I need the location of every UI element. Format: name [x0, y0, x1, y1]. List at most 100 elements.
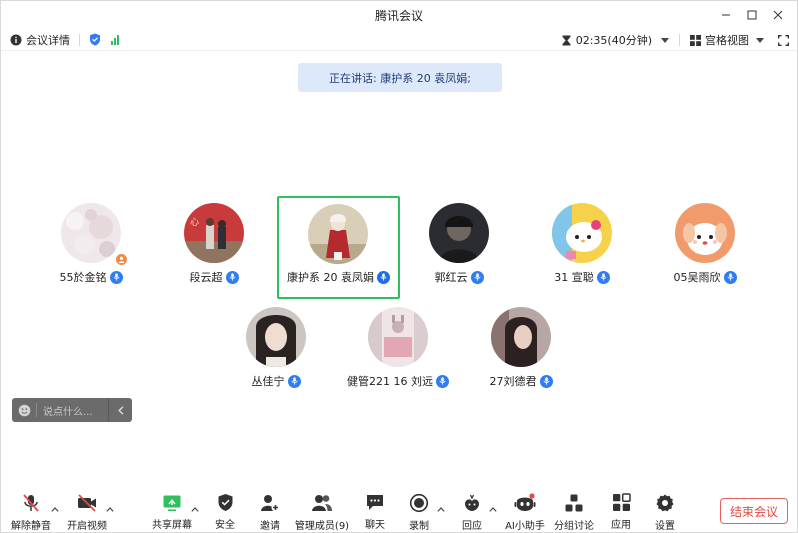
participant-name-row: 27刘德君	[460, 373, 582, 389]
chat-bubble-icon	[367, 495, 383, 510]
maximize-button[interactable]	[739, 1, 765, 29]
chat-label: 聊天	[365, 520, 385, 531]
manage-members-button[interactable]: 管理成员(9)	[295, 493, 349, 532]
video-options-button[interactable]	[105, 505, 115, 513]
participant-name: 段云超	[189, 271, 223, 284]
participant-tile[interactable]: 郭红云	[398, 197, 520, 299]
react-options-button[interactable]	[488, 505, 498, 513]
maximize-icon	[747, 10, 757, 20]
fullscreen-button[interactable]	[778, 34, 789, 46]
security-label: 安全	[215, 520, 235, 531]
avatar	[368, 307, 428, 367]
ai-robot-icon	[514, 493, 536, 511]
audio-options-button[interactable]	[50, 505, 60, 513]
unmute-label: 解除静音	[11, 521, 51, 532]
avatar	[675, 203, 735, 263]
participant-name: 05吴雨欣	[673, 271, 721, 284]
timer-text: 02:35(40分钟)	[575, 34, 652, 47]
apps-label: 应用	[611, 520, 631, 531]
apps-button[interactable]: 应用	[607, 493, 635, 531]
participant-tile[interactable]: 健管221 16 刘远	[337, 301, 459, 403]
chat-input-bar[interactable]: 说点什么...	[12, 398, 132, 422]
avatar	[491, 307, 551, 367]
speaking-microphone-icon	[377, 270, 390, 284]
settings-label: 设置	[655, 521, 675, 532]
chevron-up-icon	[51, 506, 59, 512]
microphone-icon	[596, 270, 610, 284]
participant-name: 31 宣聪	[554, 271, 594, 284]
meeting-toolbar: 解除静音 开启视频 共享屏幕 安全 邀请 管理成员(9) 聊天 录制 回应 AI…	[1, 491, 797, 533]
minimize-icon	[722, 14, 730, 16]
meeting-details-label: 会议详情	[26, 33, 70, 47]
participant-name: 55於金铭	[59, 271, 107, 284]
participant-tile[interactable]: 丛佳宁	[215, 301, 337, 403]
participant-name: 郭红云	[434, 271, 468, 284]
react-label: 回应	[462, 521, 482, 532]
participant-tile-active-speaker[interactable]: 康护系 20 袁凤娟	[277, 196, 400, 299]
react-button[interactable]: 回应	[457, 493, 487, 532]
close-button[interactable]	[765, 1, 791, 29]
share-screen-icon	[163, 495, 181, 511]
breakout-rooms-button[interactable]: 分组讨论	[554, 493, 594, 532]
gear-icon	[656, 494, 674, 512]
participant-tile[interactable]: 心 段云超	[153, 197, 275, 299]
view-mode-button[interactable]: 宫格视图	[690, 32, 764, 48]
chat-input-placeholder[interactable]: 说点什么...	[37, 403, 108, 418]
collapse-chat-button[interactable]	[108, 398, 132, 422]
record-options-button[interactable]	[436, 505, 446, 513]
settings-button[interactable]: 设置	[651, 493, 679, 532]
chevron-left-icon	[117, 405, 123, 415]
start-video-button[interactable]: 开启视频	[65, 493, 109, 532]
record-label: 录制	[409, 521, 429, 532]
participant-name: 27刘德君	[489, 375, 537, 388]
invite-button[interactable]: 邀请	[256, 493, 284, 532]
avatar	[552, 203, 612, 263]
participant-tile[interactable]: 27刘德君	[460, 301, 582, 403]
participant-name: 健管221 16 刘远	[347, 375, 433, 388]
avatar	[308, 204, 368, 264]
hourglass-icon	[562, 35, 571, 45]
security-button[interactable]: 安全	[211, 493, 239, 531]
microphone-icon	[539, 374, 553, 388]
participant-tile[interactable]: 31 宣聪	[521, 197, 643, 299]
avatar	[246, 307, 306, 367]
network-signal[interactable]	[111, 34, 119, 45]
signal-icon	[111, 34, 119, 45]
divider	[79, 33, 80, 46]
emoji-icon	[18, 404, 30, 416]
divider	[679, 34, 680, 46]
participant-tile[interactable]: 55於金铭	[30, 197, 152, 299]
share-screen-button[interactable]: 共享屏幕	[151, 493, 193, 531]
title-bar: 腾讯会议	[1, 1, 797, 29]
ai-assistant-button[interactable]: AI小助手	[505, 493, 545, 532]
fullscreen-icon	[778, 34, 789, 46]
minimize-button[interactable]	[713, 1, 739, 29]
window-title: 腾讯会议	[374, 8, 423, 23]
close-icon	[773, 10, 783, 20]
shield-icon	[90, 33, 100, 46]
info-icon	[10, 34, 22, 45]
participant-name-row: 55於金铭	[30, 269, 152, 285]
meeting-timer[interactable]: 02:35(40分钟)	[562, 32, 669, 48]
meeting-window: 腾讯会议 会议详情 02:35(40分钟) 宫格视图 正在讲话: 康护系 20 …	[0, 0, 798, 533]
microphone-icon	[287, 374, 301, 388]
unmute-button[interactable]: 解除静音	[11, 493, 51, 532]
microphone-icon	[470, 270, 484, 284]
participant-tile[interactable]: 05吴雨欣	[644, 197, 766, 299]
participant-name-row: 健管221 16 刘远	[337, 373, 459, 389]
chevron-down-icon	[756, 37, 764, 43]
meeting-details-button[interactable]: 会议详情	[10, 32, 70, 48]
add-user-icon	[261, 495, 280, 512]
end-meeting-button[interactable]: 结束会议	[720, 498, 788, 524]
security-status[interactable]	[89, 33, 101, 46]
reaction-icon	[465, 494, 479, 511]
microphone-muted-icon	[23, 494, 39, 512]
chat-button[interactable]: 聊天	[361, 493, 389, 531]
participant-name-row: 段云超	[153, 269, 275, 285]
breakout-rooms-label: 分组讨论	[554, 521, 594, 532]
apps-grid-icon	[612, 493, 631, 511]
share-options-button[interactable]	[190, 505, 200, 513]
emoji-button[interactable]	[12, 398, 36, 422]
microphone-icon	[436, 374, 449, 388]
record-button[interactable]: 录制	[405, 493, 433, 532]
